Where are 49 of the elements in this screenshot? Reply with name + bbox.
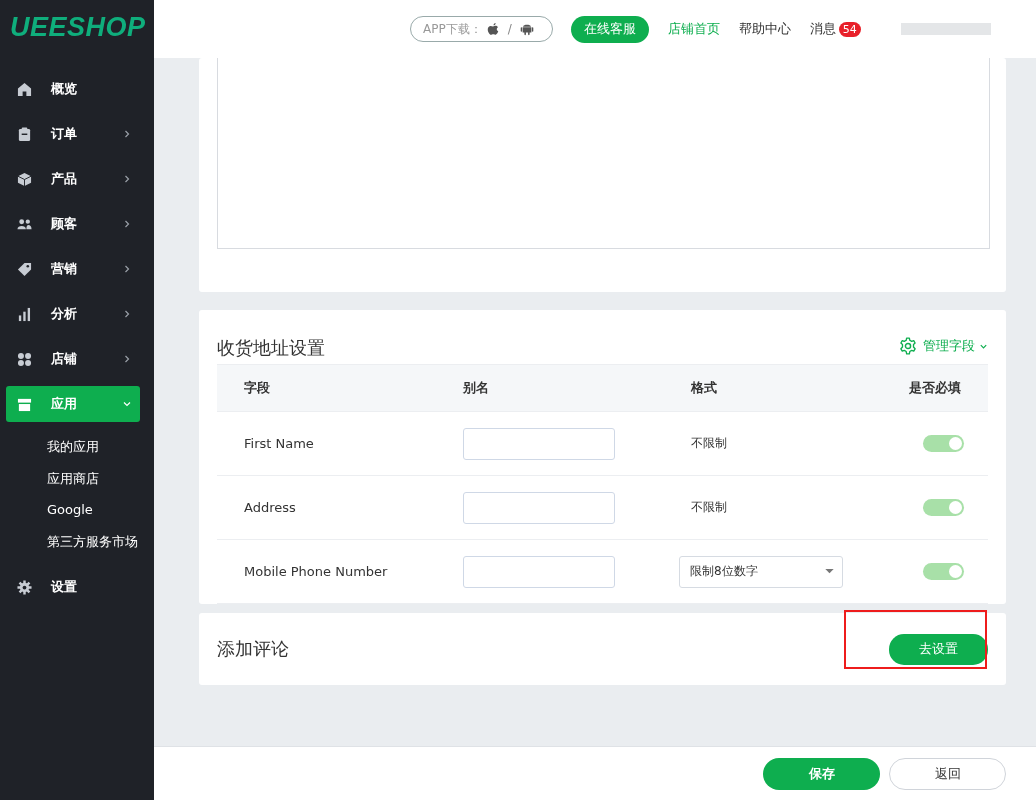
android-icon — [519, 22, 534, 36]
sidebar-item[interactable]: 产品 — [6, 161, 140, 197]
caret-down-icon — [825, 569, 834, 574]
messages-link[interactable]: 消息 — [809, 20, 836, 38]
sidebar-item[interactable]: 订单 — [6, 116, 140, 152]
bar-chart-icon — [17, 306, 32, 322]
home-icon — [17, 81, 32, 97]
text-area[interactable] — [217, 58, 990, 249]
section-title: 添加评论 — [217, 637, 289, 661]
table-cell-text: First Name — [243, 436, 314, 451]
clipboard-icon — [17, 126, 32, 142]
people-icon — [17, 216, 32, 232]
table-cell-text: Address — [243, 500, 296, 515]
sidebar-item[interactable]: 店铺 — [6, 341, 140, 377]
sidebar-item[interactable]: 概览 — [6, 71, 140, 107]
sidebar-item[interactable]: 设置 — [6, 569, 140, 605]
format-dropdown[interactable]: 限制8位数字 — [679, 555, 843, 588]
section-title: 收货地址设置 — [217, 336, 325, 360]
column-header: 格式 — [691, 379, 717, 397]
apple-icon — [485, 22, 500, 36]
tag-icon — [17, 261, 32, 277]
grid-icon — [17, 351, 32, 367]
message-count-badge: 54 — [838, 21, 861, 37]
required-toggle[interactable] — [923, 499, 964, 516]
sidebar-subitem[interactable]: Google — [47, 494, 93, 526]
sidebar-item[interactable]: 顾客 — [6, 206, 140, 242]
sidebar-subitem[interactable]: 我的应用 — [47, 431, 99, 463]
sidebar-item[interactable]: 营销 — [6, 251, 140, 287]
required-toggle[interactable] — [923, 435, 964, 452]
column-header: 是否必填 — [909, 379, 961, 397]
table-cell-text: Mobile Phone Number — [243, 564, 388, 579]
sidebar-subitem[interactable]: 第三方服务市场 — [47, 525, 138, 557]
table-cell: 不限制 — [691, 500, 727, 514]
sidebar-item[interactable]: 分析 — [6, 296, 140, 332]
required-toggle[interactable] — [923, 563, 964, 580]
top-link[interactable]: 帮助中心 — [738, 20, 791, 38]
cube-icon — [17, 171, 32, 187]
table-cell: 不限制 — [691, 436, 727, 450]
back-button[interactable]: 返回 — [889, 757, 1006, 790]
logo: UEESHOP — [10, 12, 146, 43]
column-header: 别名 — [463, 379, 489, 397]
alias-input-field[interactable] — [463, 427, 615, 460]
column-header: 字段 — [243, 379, 270, 397]
alias-input-field[interactable] — [463, 555, 615, 588]
alias-input-field[interactable] — [463, 491, 615, 524]
sidebar-subitem[interactable]: 应用商店 — [47, 462, 99, 494]
gear-icon — [17, 579, 32, 595]
store-icon — [17, 396, 32, 412]
gear-icon — [899, 337, 917, 355]
